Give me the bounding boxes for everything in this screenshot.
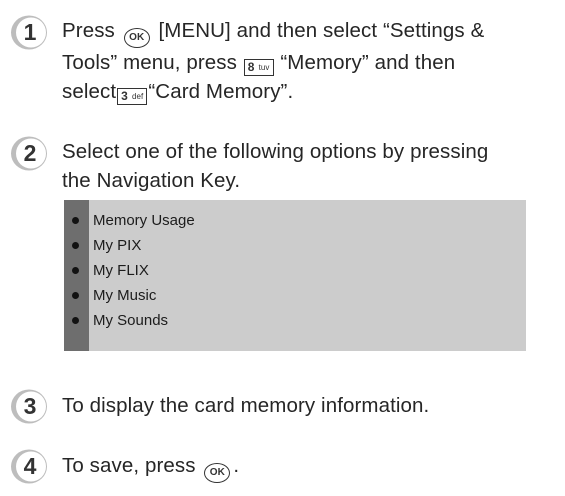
step-4-text: To save, press OK. bbox=[62, 451, 562, 483]
ok-key-icon: OK bbox=[204, 463, 231, 483]
step-1-badge: 1 bbox=[7, 14, 48, 51]
step-4-badge: 4 bbox=[7, 448, 48, 485]
option-label: My FLIX bbox=[93, 262, 149, 279]
step-2-badge: 2 bbox=[7, 135, 48, 172]
step-1-text-d: select bbox=[62, 80, 117, 103]
key-8-icon: 8 tuv bbox=[243, 59, 274, 76]
step-4-end: . bbox=[233, 454, 240, 477]
bullet-icon bbox=[72, 317, 79, 324]
bullet-icon bbox=[72, 217, 79, 224]
key-3-icon: 3 def bbox=[117, 88, 148, 105]
option-label: My Music bbox=[93, 287, 157, 304]
key-3-digit: 3 bbox=[121, 89, 128, 103]
step-3-badge: 3 bbox=[7, 388, 48, 425]
step-1-press: Press bbox=[62, 19, 115, 42]
step-2-line1: Select one of the following options by p… bbox=[62, 140, 489, 163]
step-2-text: Select one of the following options by p… bbox=[62, 137, 562, 195]
key-8-digit: 8 bbox=[247, 60, 255, 74]
step-1-text-a: [MENU] and then select “Settings & bbox=[158, 19, 485, 42]
option-label: My PIX bbox=[93, 237, 142, 254]
bullet-icon bbox=[72, 267, 79, 274]
bullet-icon bbox=[72, 242, 79, 249]
options-box: Memory Usage My PIX My FLIX My Music My … bbox=[64, 200, 526, 351]
step-3-number: 3 bbox=[24, 393, 37, 419]
option-label: Memory Usage bbox=[93, 212, 195, 229]
step-1-text-c: “Memory” and then bbox=[280, 51, 456, 74]
step-1-number: 1 bbox=[24, 19, 37, 45]
step-1-text-e: “Card Memory”. bbox=[148, 80, 294, 103]
bullet-icon bbox=[72, 292, 79, 299]
step-1-text-b: Tools” menu, press bbox=[62, 51, 237, 74]
step-2-line2: the Navigation Key. bbox=[62, 169, 241, 192]
step-4-label: To save, press bbox=[62, 454, 196, 477]
option-label: My Sounds bbox=[93, 312, 169, 329]
key-3-letters: def bbox=[131, 92, 144, 101]
step-1-text: Press OK [MENU] and then select “Setting… bbox=[62, 16, 562, 106]
ok-key-icon: OK bbox=[123, 28, 150, 48]
step-2-number: 2 bbox=[24, 140, 37, 166]
step-3-text: To display the card memory information. bbox=[62, 394, 430, 417]
step-4-number: 4 bbox=[24, 453, 37, 479]
key-8-letters: tuv bbox=[258, 63, 270, 72]
